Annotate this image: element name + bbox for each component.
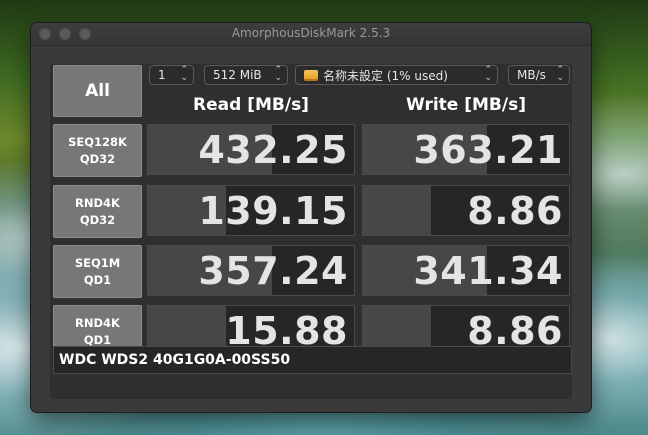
write-result-value: 363.21	[413, 128, 563, 172]
unit-select[interactable]: MB/s ⌃ ⌄	[508, 65, 570, 85]
write-column-header: Write [MB/s]	[406, 95, 526, 115]
write-result-value: 341.34	[413, 249, 563, 293]
write-result-cell: 8.86	[362, 185, 570, 236]
test-label-line1: RND4K	[75, 195, 120, 210]
chevron-updown-icon: ⌃ ⌄	[484, 65, 492, 83]
title-bar[interactable]: AmorphousDiskMark 2.5.3	[31, 23, 591, 46]
test-label-line1: SEQ1M	[74, 255, 121, 270]
drive-value: 名称未設定 (1% used)	[323, 68, 448, 83]
test-label-line2: QD1	[83, 272, 112, 287]
test-label-line1: SEQ128K	[68, 134, 127, 149]
write-result-value: 8.86	[467, 189, 563, 233]
chevron-updown-icon: ⌃ ⌄	[180, 65, 188, 83]
read-result-cell: 139.15	[147, 185, 355, 236]
read-result-value: 357.24	[198, 249, 348, 293]
write-level-bar	[363, 186, 431, 235]
test-button-seq128k-qd32[interactable]: SEQ128K QD32	[53, 124, 142, 177]
test-button-rnd4k-qd32[interactable]: RND4K QD32	[53, 185, 142, 238]
test-size-value: 512 MiB	[213, 68, 262, 82]
window-title: AmorphousDiskMark 2.5.3	[231, 26, 391, 40]
test-label-line2: QD32	[79, 212, 116, 227]
test-count-value: 1	[158, 68, 166, 82]
read-column-header: Read [MB/s]	[193, 95, 309, 115]
read-result-value: 432.25	[198, 128, 348, 172]
unit-value: MB/s	[517, 68, 546, 82]
run-all-button[interactable]: All	[53, 65, 142, 117]
app-window: AmorphousDiskMark 2.5.3 All 1 ⌃ ⌄ 512 MiB…	[31, 23, 591, 412]
test-label-line1: RND4K	[75, 315, 120, 330]
write-result-cell: 341.34	[362, 245, 570, 296]
test-label-line2: QD32	[79, 151, 116, 166]
read-result-cell: 432.25	[147, 124, 355, 175]
drive-select[interactable]: 名称未設定 (1% used) ⌃ ⌄	[295, 65, 498, 85]
test-size-select[interactable]: 512 MiB ⌃ ⌄	[204, 65, 288, 85]
test-button-seq1m-qd1[interactable]: SEQ1M QD1	[53, 245, 142, 298]
chevron-updown-icon: ⌃ ⌄	[556, 65, 564, 83]
drive-model-comment[interactable]: WDC WDS2 40G1G0A-00SS50	[53, 346, 572, 374]
drive-icon	[304, 69, 318, 81]
write-result-cell: 363.21	[362, 124, 570, 175]
chevron-updown-icon: ⌃ ⌄	[274, 65, 282, 83]
read-result-cell: 357.24	[147, 245, 355, 296]
test-count-select[interactable]: 1 ⌃ ⌄	[149, 65, 194, 85]
read-result-value: 139.15	[198, 189, 348, 233]
